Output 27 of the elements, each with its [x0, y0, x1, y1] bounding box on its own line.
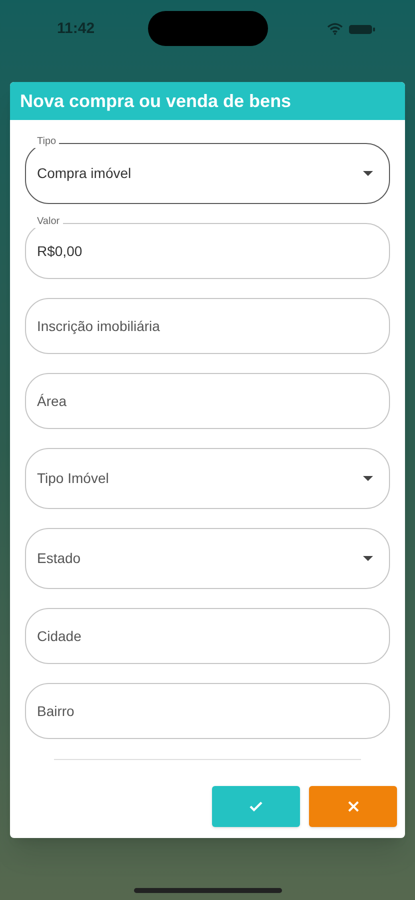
field-placeholder: Tipo Imóvel — [37, 469, 110, 488]
dropdown-field[interactable]: Tipo Imóvel — [25, 448, 390, 509]
battery-icon — [349, 24, 375, 34]
field-placeholder: Inscrição imobiliária — [37, 316, 161, 336]
wifi-icon — [327, 23, 343, 35]
input-field[interactable]: Inscrição imobiliária — [25, 298, 390, 354]
field-value: Compra imóvel — [37, 164, 132, 183]
field-placeholder: Bairro — [37, 702, 76, 720]
field-value: R$0,00 — [37, 242, 84, 260]
dialog-title: Nova compra ou venda de bens — [20, 90, 292, 113]
input-field[interactable]: Área — [25, 373, 390, 429]
input-field[interactable]: Bairro — [25, 683, 390, 739]
checkmark-icon — [249, 801, 263, 812]
field-placeholder: Cidade — [37, 626, 82, 646]
dropdown-arrow-icon — [363, 556, 373, 561]
field-placeholder: Área — [37, 392, 68, 410]
confirm-button[interactable] — [212, 786, 300, 827]
input-field[interactable]: R$0,00 — [25, 223, 390, 279]
field-label: Valor — [34, 216, 63, 228]
dropdown-arrow-icon — [363, 476, 373, 481]
field-placeholder: Estado — [37, 549, 82, 568]
field-label: Tipo — [34, 136, 60, 148]
input-field[interactable]: Cidade — [25, 608, 390, 664]
cancel-button[interactable] — [309, 786, 397, 827]
dropdown-field[interactable]: Estado — [25, 528, 390, 589]
close-icon — [348, 801, 358, 812]
dropdown-arrow-icon — [363, 171, 373, 176]
